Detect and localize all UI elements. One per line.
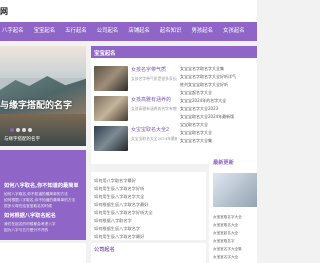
- latest-update-item[interactable]: 女宝宝取名字: [213, 239, 235, 244]
- nav-item[interactable]: 宝宝起名: [29, 22, 61, 41]
- banner-caption: 与缘字搭配的名字: [4, 137, 40, 142]
- latest-update-item[interactable]: 女宝宝名字大全集: [213, 247, 242, 252]
- nav-item[interactable]: 男孩起名: [186, 22, 218, 41]
- latest-updates-title: 最新更新: [213, 160, 234, 166]
- article-title[interactable]: 女孩高雅有涵养的: [131, 96, 171, 103]
- nav-item[interactable]: 八字起名: [0, 22, 29, 41]
- side-list-item[interactable]: 女宝宝名字取名字大全好听洋气: [180, 74, 236, 80]
- top-header: 网: [0, 0, 257, 22]
- mid-list-item[interactable]: 如何用生辰八字取名字大全: [94, 194, 144, 200]
- article-summary: 女孩高雅有涵养的名字有哪些: [131, 106, 177, 111]
- side-list-item[interactable]: 女宝宝名字大全2023: [180, 106, 218, 112]
- banner-headline: 与缘字搭配的名字: [0, 101, 73, 111]
- feature-text: 我们在起名的时候都会考虑八字: [4, 222, 56, 226]
- banner-dot[interactable]: [22, 128, 26, 132]
- mid-list-item[interactable]: 如何用生辰八字取名字最好: [94, 234, 144, 240]
- main-nav: 八字起名 宝宝起名 五行起名 公司起名 店铺起名 起名知识 男孩起名 女孩起名: [0, 22, 257, 41]
- side-list-item[interactable]: 女宝宝名字大全集: [180, 138, 212, 144]
- nav-item[interactable]: 店铺起名: [123, 22, 155, 41]
- latest-update-item[interactable]: 女宝宝名字大全: [213, 255, 238, 260]
- middle-article-list: 如何用八字取名字最好 如何用生辰八字取名字好听 如何用生辰八字取名字大全 如何根…: [91, 172, 206, 240]
- site-title: 网: [0, 7, 8, 16]
- banner-dot[interactable]: [28, 128, 32, 132]
- latest-update-image[interactable]: [213, 173, 257, 207]
- company-naming-title[interactable]: 公司起名: [94, 246, 115, 253]
- bottom-left-card: [0, 243, 86, 263]
- feature-text: 很多父母在给宝宝取名的时候: [4, 204, 52, 208]
- mid-list-item[interactable]: 如何根据八字取名字: [94, 218, 132, 224]
- banner-sky: [0, 46, 86, 78]
- side-list-item[interactable]: 姓刘女宝宝取名字大全好听: [180, 82, 228, 88]
- nav-item[interactable]: 五行起名: [60, 22, 92, 41]
- mid-list-item[interactable]: 如何用生辰八字取名字好听: [94, 186, 144, 192]
- banner-dot[interactable]: [10, 128, 14, 132]
- mid-list-item[interactable]: 如何根据生辰八字取名字: [94, 226, 140, 232]
- latest-updates-panel: 最新更新 女宝宝取名字大全 女宝宝取名大全 女宝宝起名大全 女宝宝取名字 女宝宝…: [209, 155, 257, 263]
- latest-update-item[interactable]: 女宝宝取名大全: [213, 223, 238, 228]
- feature-text: 因为八字与五行是分不开的: [4, 228, 49, 232]
- banner-dot[interactable]: [16, 128, 20, 132]
- article-thumbnail[interactable]: [94, 126, 128, 151]
- mid-list-item[interactable]: 如何用生辰八字取名字好听大全: [94, 210, 153, 216]
- article-title[interactable]: 女宝宝取名大全2: [131, 126, 169, 133]
- feature-block: 如何八字取名,你不知道的最简单 如何八字取名,你不知道的最简单的方法 如何根据八…: [0, 150, 86, 240]
- side-list-item[interactable]: 女宝宝名字取名字大全集: [180, 66, 224, 72]
- side-list-item[interactable]: 女宝宝取名大全2024年最新版: [180, 114, 234, 120]
- article-summary: 女孩名字带气质是很多家长所追求的: [131, 76, 177, 81]
- side-list-item[interactable]: 女宝宝起名字大全: [180, 90, 212, 96]
- side-list-item[interactable]: 女宝宝取名字大全: [180, 130, 212, 136]
- article-thumbnail[interactable]: [94, 96, 128, 121]
- feature-text: 如何根据八字取名,你不知道的最简单的方法: [4, 198, 76, 202]
- nav-item[interactable]: 女孩起名: [218, 22, 250, 41]
- article-title[interactable]: 女孩名字带气质: [131, 66, 166, 73]
- side-list-item[interactable]: 宝宝取名字大全: [180, 122, 208, 128]
- article-thumbnail[interactable]: [94, 66, 128, 91]
- nav-item[interactable]: 起名知识: [155, 22, 187, 41]
- panel-header: 宝宝起名: [91, 46, 257, 58]
- side-list-item[interactable]: 女宝宝2024年的名字大全: [180, 98, 226, 104]
- bottom-company-card: 公司起名: [91, 243, 206, 263]
- nav-item[interactable]: 公司起名: [92, 22, 124, 41]
- mid-list-item[interactable]: 如何根据生辰八字取名字最好: [94, 202, 148, 208]
- feature-text: 如何八字取名,你不知道的最简单的方法: [4, 192, 68, 196]
- article-summary: 女宝宝取名大全2024年最新版: [131, 136, 177, 141]
- mid-list-item[interactable]: 如何用八字取名字最好: [94, 178, 136, 184]
- feature-title[interactable]: 如何八字取名,你不知道的最简单: [4, 182, 79, 189]
- latest-update-item[interactable]: 女宝宝取名字大全: [213, 215, 242, 220]
- panel-title: 宝宝起名: [94, 51, 116, 57]
- latest-update-item[interactable]: 女宝宝起名大全: [213, 231, 238, 236]
- feature-title[interactable]: 如何根据八字取名起名: [4, 212, 56, 219]
- banner-pagination: [10, 128, 32, 132]
